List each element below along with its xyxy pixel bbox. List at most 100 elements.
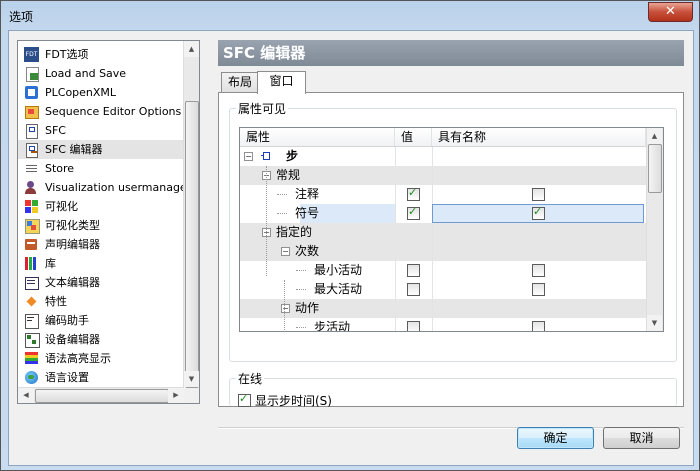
close-button[interactable]: ✕ [648, 2, 693, 22]
grid-scroll-down-arrow-icon[interactable]: ▼ [647, 315, 662, 331]
tree-connector [296, 270, 306, 271]
scroll-left-arrow-icon[interactable]: ◀ [18, 388, 34, 403]
sidebar-item[interactable]: 设备编辑器 [18, 330, 184, 349]
tab-layout[interactable]: 布局 [221, 72, 259, 93]
sidebar-item-label: SFC [45, 124, 66, 137]
column-divider [395, 261, 396, 280]
property-row[interactable]: 步活动 [240, 318, 646, 332]
property-row[interactable]: 符号 [240, 204, 646, 223]
sidebar-item[interactable]: Store [18, 159, 184, 178]
property-label: 指定的 [276, 225, 313, 239]
column-divider [432, 318, 433, 331]
property-label: 常规 [276, 168, 301, 182]
collapse-toggle-icon[interactable]: − [281, 247, 290, 256]
grid-vertical-scrollbar[interactable]: ▲ ▼ [646, 128, 663, 331]
property-row[interactable]: − 动作 [240, 299, 646, 318]
tree-vscroll-thumb[interactable] [185, 101, 199, 388]
sidebar-item[interactable]: 声明编辑器 [18, 235, 184, 254]
cancel-button[interactable]: 取消 [603, 427, 680, 449]
tree-connector [296, 327, 306, 328]
value-checkbox[interactable] [407, 264, 420, 277]
sidebar-item[interactable]: Load and Save [18, 64, 184, 83]
property-row[interactable]: − 步 [240, 147, 646, 166]
column-divider [432, 261, 433, 280]
has-name-checkbox[interactable] [532, 283, 545, 296]
tree-hscroll-thumb[interactable] [35, 389, 169, 403]
column-divider [432, 147, 433, 166]
language-settings-icon [24, 370, 39, 385]
value-checkbox[interactable] [407, 283, 420, 296]
sidebar-item[interactable]: 文本编辑器 [18, 273, 184, 292]
has-name-checkbox[interactable] [532, 205, 545, 220]
sidebar-item[interactable]: 语言设置 [18, 368, 184, 387]
tab-window[interactable]: 窗口 [257, 71, 306, 94]
sidebar-item[interactable]: SFC [18, 121, 184, 140]
show-step-time-checkbox[interactable]: ✓ [238, 392, 251, 407]
tree-guide-line [284, 280, 285, 331]
ok-button[interactable]: 确定 [517, 427, 594, 449]
tree-vertical-scrollbar[interactable]: ▲ ▼ [183, 41, 199, 388]
column-divider [395, 223, 396, 242]
property-row[interactable]: − 常规 [240, 166, 646, 185]
property-label: 符号 [295, 206, 320, 220]
sidebar-item-label: 设备编辑器 [45, 333, 100, 346]
value-checkbox[interactable] [407, 321, 420, 331]
tab-panel-window: 属性可见 属性 值 具有名称 −步−常规注释符号−指定的−次数最小活动最大活动−… [218, 92, 684, 409]
scroll-down-arrow-icon[interactable]: ▼ [184, 371, 199, 387]
property-row[interactable]: − 指定的 [240, 223, 646, 242]
scroll-right-arrow-icon[interactable]: ▶ [168, 388, 184, 403]
sidebar-item[interactable]: 特性 [18, 292, 184, 311]
sidebar-item[interactable]: 可视化 [18, 197, 184, 216]
value-checkbox[interactable] [407, 186, 420, 201]
sidebar-item-label: 可视化 [45, 200, 78, 213]
show-step-time-label[interactable]: 显示步时间(S) [255, 392, 332, 409]
column-divider [432, 280, 433, 299]
sidebar-item[interactable]: 库 [18, 254, 184, 273]
column-divider [432, 299, 433, 318]
window-title: 选项 [9, 10, 34, 24]
column-divider [432, 166, 433, 185]
column-header-property[interactable]: 属性 [240, 128, 395, 146]
column-divider [395, 318, 396, 331]
sidebar-item[interactable]: PLCopenXML [18, 83, 184, 102]
sidebar-item[interactable]: 可视化类型 [18, 216, 184, 235]
sidebar-item[interactable]: FDT FDT选项 [18, 45, 184, 64]
has-name-checkbox[interactable] [532, 188, 545, 201]
sidebar-item[interactable]: 语法高亮显示 [18, 349, 184, 368]
collapse-toggle-icon[interactable]: − [244, 152, 253, 161]
sidebar-item-label: 编码助手 [45, 314, 89, 327]
sidebar-item-label: 语法高亮显示 [45, 352, 111, 365]
property-row[interactable]: − 次数 [240, 242, 646, 261]
sidebar-item[interactable]: Visualization usermanagemer [18, 178, 184, 197]
grid-vscroll-thumb[interactable] [648, 144, 662, 193]
property-row[interactable]: 最小活动 [240, 261, 646, 280]
dialog-client: FDT FDT选项 Load and Save PLCopenXML Sequence … [8, 30, 694, 466]
sidebar-item[interactable]: SFC 编辑器 [18, 140, 184, 159]
property-row[interactable]: 注释 [240, 185, 646, 204]
sidebar-item[interactable]: 编码助手 [18, 311, 184, 330]
tree-connector [277, 213, 287, 214]
collapse-toggle-icon[interactable]: − [281, 304, 290, 313]
value-checkbox[interactable] [407, 205, 420, 220]
sidebar-item-label: 文本编辑器 [45, 276, 100, 289]
tree-horizontal-scrollbar[interactable]: ◀ ▶ [18, 387, 184, 403]
property-label: 步 [286, 149, 299, 163]
scroll-up-arrow-icon[interactable]: ▲ [184, 41, 199, 57]
has-name-checkbox[interactable] [532, 264, 545, 277]
column-divider [395, 147, 396, 166]
column-divider [395, 242, 396, 261]
column-divider [432, 242, 433, 261]
column-header-value[interactable]: 值 [395, 128, 432, 146]
sidebar-item-label: FDT选项 [45, 48, 89, 61]
title-bar[interactable]: 选项 ✕ [1, 1, 699, 29]
property-label: 步活动 [314, 320, 351, 332]
sidebar-item-label: Load and Save [45, 67, 127, 80]
property-label: 最大活动 [314, 282, 363, 296]
grid-scroll-up-arrow-icon[interactable]: ▲ [647, 128, 662, 144]
has-name-checkbox[interactable] [532, 321, 545, 331]
sidebar-item[interactable]: Sequence Editor Options [18, 102, 184, 121]
load-save-icon [24, 66, 39, 82]
property-row[interactable]: 最大活动 [240, 280, 646, 299]
column-header-has-name[interactable]: 具有名称 [432, 128, 646, 146]
sidebar-item-label: Sequence Editor Options [45, 105, 182, 118]
